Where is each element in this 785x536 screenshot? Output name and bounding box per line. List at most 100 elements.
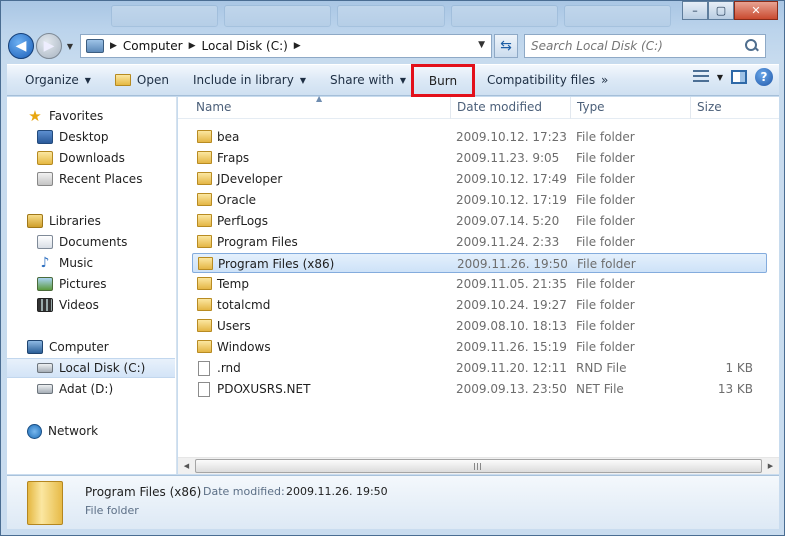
- organize-label: Organize: [25, 73, 79, 87]
- details-date-label: Date modified:: [203, 485, 285, 498]
- file-date-modified: 2009.11.05. 21:35: [456, 277, 567, 291]
- address-bar[interactable]: ▶ Computer ▶ Local Disk (C:) ▶ ▼: [80, 34, 492, 58]
- file-name: .rnd: [217, 361, 241, 375]
- column-header-name[interactable]: Name: [196, 100, 231, 118]
- help-icon[interactable]: ?: [755, 68, 773, 86]
- breadcrumb-computer[interactable]: Computer: [123, 39, 183, 53]
- table-row[interactable]: Fraps 2009.11.23. 9:05 File folder: [192, 148, 767, 168]
- table-row[interactable]: PDOXUSRS.NET 2009.09.13. 23:50 NET File 13 …: [192, 379, 767, 399]
- hard-disk-icon: [37, 384, 53, 394]
- pictures-icon: [37, 277, 53, 291]
- table-row[interactable]: Temp 2009.11.05. 21:35 File folder: [192, 274, 767, 294]
- file-date-modified: 2009.10.12. 17:19: [456, 193, 567, 207]
- column-divider[interactable]: [570, 97, 571, 119]
- column-header-type[interactable]: Type: [577, 100, 605, 118]
- table-row[interactable]: Program Files (x86) 2009.11.26. 19:50 File…: [192, 253, 767, 273]
- folder-icon: [27, 481, 63, 525]
- sidebar-item-label: Documents: [59, 235, 128, 249]
- search-input[interactable]: [531, 39, 745, 53]
- libraries-icon: [27, 214, 43, 228]
- maximize-button[interactable]: ▢: [708, 1, 734, 20]
- sidebar-item-label: Recent Places: [59, 172, 143, 186]
- change-view-icon[interactable]: [692, 70, 709, 84]
- compatibility-files-button[interactable]: Compatibility files: [475, 67, 607, 93]
- open-button[interactable]: Open: [103, 67, 181, 93]
- table-row[interactable]: totalcmd 2009.10.24. 19:27 File folder: [192, 295, 767, 315]
- table-row[interactable]: bea 2009.10.12. 17:23 File folder: [192, 127, 767, 147]
- share-with-button[interactable]: Share with ▼: [318, 67, 418, 93]
- minimize-button[interactable]: –: [682, 1, 708, 20]
- computer-icon: [27, 340, 43, 354]
- file-list: ▲ Name Date modified Type Size bea 2009.1…: [178, 94, 779, 474]
- sidebar-item-adat[interactable]: Adat (D:): [7, 379, 175, 399]
- details-date-value: 2009.11.26. 19:50: [286, 485, 388, 498]
- scrollbar-thumb[interactable]: [195, 459, 762, 473]
- documents-icon: [37, 235, 53, 249]
- chevron-down-icon: ▼: [399, 75, 407, 85]
- table-row[interactable]: Oracle 2009.10.12. 17:19 File folder: [192, 190, 767, 210]
- view-controls: ▼ ?: [692, 68, 773, 86]
- search-icon[interactable]: [745, 39, 759, 53]
- more-commands-button[interactable]: »: [589, 67, 620, 93]
- burn-button[interactable]: Burn: [411, 64, 475, 97]
- sidebar-item-network[interactable]: Network: [7, 421, 175, 441]
- chevron-right-icon[interactable]: ▶: [110, 41, 117, 51]
- sidebar-item-videos[interactable]: Videos: [7, 295, 175, 315]
- search-box[interactable]: [524, 34, 766, 58]
- horizontal-scrollbar[interactable]: ◀ ▶: [178, 457, 779, 474]
- column-header-date-modified[interactable]: Date modified: [457, 100, 542, 118]
- include-in-library-button[interactable]: Include in library ▼: [181, 67, 318, 93]
- column-header-size[interactable]: Size: [697, 100, 722, 118]
- scroll-left-icon[interactable]: ◀: [178, 458, 195, 474]
- sidebar-item-recent-places[interactable]: Recent Places: [7, 169, 175, 189]
- file-type: File folder: [576, 319, 635, 333]
- table-row[interactable]: Windows 2009.11.26. 15:19 File folder: [192, 337, 767, 357]
- file-type: File folder: [576, 298, 635, 312]
- scroll-right-icon[interactable]: ▶: [762, 458, 779, 474]
- sidebar-item-local-disk[interactable]: Local Disk (C:): [7, 358, 175, 378]
- file-name: PDOXUSRS.NET: [217, 382, 311, 396]
- table-row[interactable]: Users 2009.08.10. 18:13 File folder: [192, 316, 767, 336]
- sidebar-item-downloads[interactable]: Downloads: [7, 148, 175, 168]
- chevron-right-icon[interactable]: ▶: [294, 41, 301, 51]
- sidebar-item-music[interactable]: ♪ Music: [7, 253, 175, 273]
- organize-button[interactable]: Organize ▼: [13, 67, 103, 93]
- file-name: Windows: [217, 340, 271, 354]
- file-date-modified: 2009.07.14. 5:20: [456, 214, 560, 228]
- close-button[interactable]: ✕: [734, 1, 778, 20]
- sidebar-item-documents[interactable]: Documents: [7, 232, 175, 252]
- desktop-icon: [37, 130, 53, 144]
- network-icon: [27, 423, 42, 439]
- chevron-down-icon[interactable]: ▼: [478, 40, 485, 50]
- back-button[interactable]: ◀: [8, 33, 34, 59]
- sidebar-item-pictures[interactable]: Pictures: [7, 274, 175, 294]
- file-name: Program Files (x86): [218, 257, 335, 271]
- file-type: File folder: [576, 340, 635, 354]
- file-type: File folder: [577, 257, 636, 271]
- sidebar-item-label: Adat (D:): [59, 382, 114, 396]
- column-divider[interactable]: [450, 97, 451, 119]
- chevron-right-icon[interactable]: ▶: [189, 41, 196, 51]
- column-divider[interactable]: [690, 97, 691, 119]
- table-row[interactable]: .rnd 2009.11.20. 12:11 RND File 1 KB: [192, 358, 767, 378]
- sidebar-item-libraries[interactable]: Libraries: [7, 211, 175, 231]
- details-name: Program Files (x86): [85, 485, 202, 499]
- sidebar-item-desktop[interactable]: Desktop: [7, 127, 175, 147]
- recent-pages-dropdown[interactable]: ▼: [64, 42, 76, 51]
- sidebar-item-computer[interactable]: Computer: [7, 337, 175, 357]
- sidebar-item-label: Network: [48, 424, 99, 438]
- refresh-button[interactable]: ⇆: [494, 34, 518, 58]
- table-row[interactable]: JDeveloper 2009.10.12. 17:49 File folder: [192, 169, 767, 189]
- forward-button[interactable]: ▶: [36, 33, 62, 59]
- folder-icon: [197, 235, 212, 248]
- table-row[interactable]: PerfLogs 2009.07.14. 5:20 File folder: [192, 211, 767, 231]
- scrollbar-grip: [474, 463, 482, 470]
- sidebar-item-favorites[interactable]: ★ Favorites: [7, 106, 175, 126]
- table-row[interactable]: Program Files 2009.11.24. 2:33 File folder: [192, 232, 767, 252]
- preview-pane-icon[interactable]: [731, 70, 747, 84]
- file-date-modified: 2009.10.12. 17:49: [456, 172, 567, 186]
- downloads-icon: [37, 151, 53, 165]
- sidebar-item-label: Videos: [59, 298, 99, 312]
- breadcrumb-local-disk[interactable]: Local Disk (C:): [202, 39, 288, 53]
- chevron-down-icon[interactable]: ▼: [717, 73, 723, 82]
